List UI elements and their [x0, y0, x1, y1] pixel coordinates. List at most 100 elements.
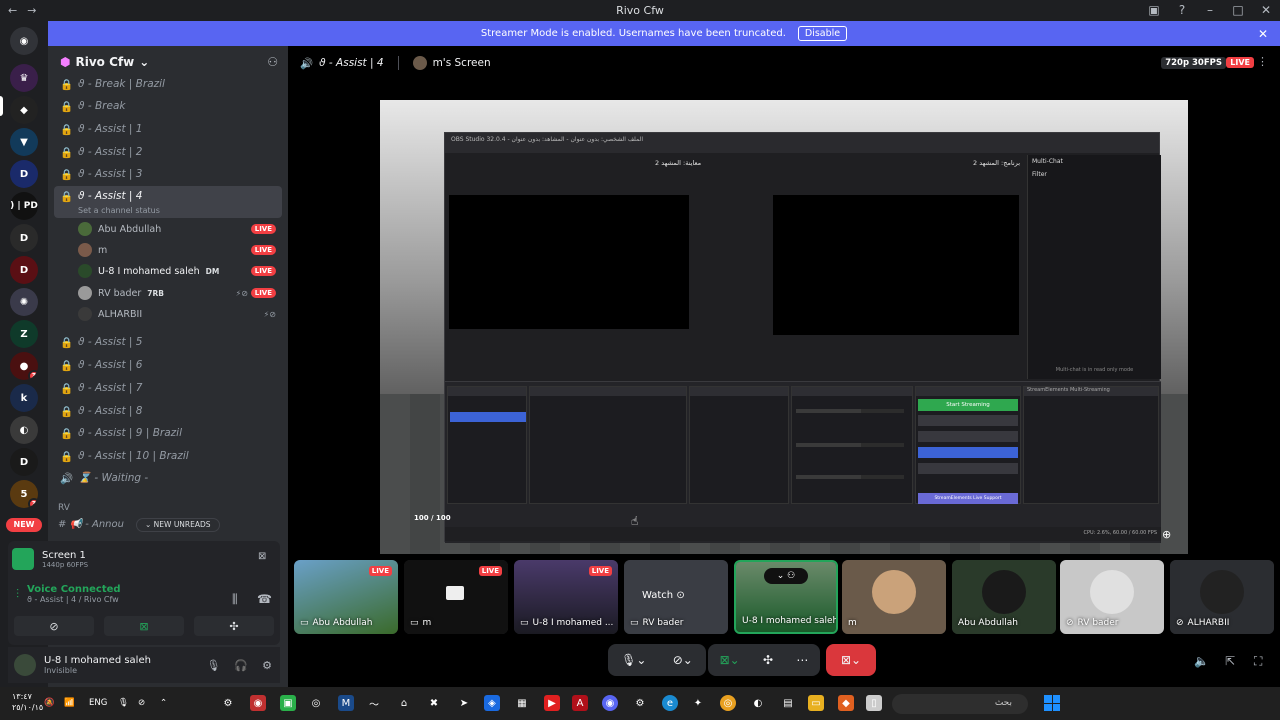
taskbar-search[interactable]: بحث: [892, 694, 1028, 714]
app-icon[interactable]: ⌂: [396, 695, 412, 711]
voice-channel[interactable]: 🔒 ϑ - Assist | 3: [54, 163, 282, 184]
server-icon-pd[interactable]: ) | PD: [10, 192, 38, 220]
app-icon[interactable]: ✖: [426, 695, 442, 711]
server-icon[interactable]: ● 3: [10, 352, 38, 380]
notifications-icon[interactable]: 🔕: [44, 698, 55, 708]
participant-tile-selected[interactable]: ⌄ ⚇ U-8 I mohamed saleh: [734, 560, 838, 634]
channel-status[interactable]: Set a channel status: [78, 206, 160, 215]
voice-channel[interactable]: 🔒 ϑ - Assist | 9 | Brazil: [54, 422, 282, 443]
voice-channel[interactable]: 🔊 ⌛ - Waiting -: [54, 467, 282, 488]
camera-off-button[interactable]: ⊘: [14, 616, 94, 636]
app-icon[interactable]: A: [572, 695, 588, 711]
back-arrow-icon[interactable]: ←: [8, 4, 17, 17]
activity-icon[interactable]: ✣: [763, 653, 773, 667]
popout-icon[interactable]: ⇱: [1225, 654, 1235, 668]
voice-channel[interactable]: 🔒 ϑ - Assist | 5: [54, 331, 282, 352]
invite-people-icon[interactable]: ⚇: [267, 55, 278, 69]
start-streaming-button[interactable]: Start Streaming: [918, 399, 1018, 411]
app-icon[interactable]: 〜: [366, 695, 382, 711]
maximize-button[interactable]: □: [1224, 0, 1252, 21]
windows-start-icon[interactable]: [1044, 695, 1060, 711]
app-icon[interactable]: ◆: [838, 695, 854, 711]
voice-user[interactable]: ALHARBII ⚡⊘: [78, 304, 282, 324]
chat-filter[interactable]: Filter: [1028, 168, 1161, 181]
participant-tile[interactable]: ⊘ ALHARBII: [1170, 560, 1274, 634]
close-icon[interactable]: ✕: [1258, 27, 1268, 41]
activity-button[interactable]: ✣: [194, 616, 274, 636]
voice-channel[interactable]: 🔒 ϑ - Assist | 6: [54, 354, 282, 375]
voice-channel[interactable]: 🔒 ϑ - Assist | 2: [54, 141, 282, 162]
voice-status[interactable]: Voice Connected: [27, 584, 121, 595]
voice-channel[interactable]: 🔒 ϑ - Assist | 8: [54, 400, 282, 421]
inbox-icon[interactable]: ▣: [1140, 0, 1168, 21]
disable-button[interactable]: Disable: [797, 26, 848, 41]
store-icon[interactable]: ▤: [780, 695, 796, 711]
language-indicator[interactable]: ENG: [89, 698, 107, 708]
app-icon[interactable]: M: [338, 695, 354, 711]
app-icon[interactable]: ◎: [308, 695, 324, 711]
participant-tile[interactable]: m: [842, 560, 946, 634]
app-icon[interactable]: ▦: [514, 695, 530, 711]
chevron-up-icon[interactable]: ⌃: [160, 698, 167, 708]
server-icon[interactable]: ◐: [10, 416, 38, 444]
voice-user[interactable]: RV bader 7RB ⚡⊘ LIVE: [78, 283, 282, 303]
voice-channel[interactable]: 🔒 ϑ - Assist | 10 | Brazil: [54, 445, 282, 466]
edge-icon[interactable]: e: [662, 695, 678, 711]
avatar[interactable]: [14, 654, 36, 676]
obs-window[interactable]: OBS Studio 32.0.4 - الملف الشخصي: بدون ع…: [444, 132, 1161, 543]
more-icon[interactable]: ⋯: [796, 653, 808, 667]
discord-taskbar-icon[interactable]: ◉: [602, 695, 618, 711]
camera-off-icon[interactable]: ⊘⌄: [673, 653, 693, 667]
shared-screen[interactable]: OBS Studio 32.0.4 - الملف الشخصي: بدون ع…: [380, 100, 1188, 554]
se-support-button[interactable]: StreamElements Live Support: [918, 493, 1018, 504]
server-icon[interactable]: D: [10, 256, 38, 284]
voice-channel[interactable]: 🔒 ϑ - Break: [54, 95, 282, 116]
server-icon[interactable]: ✺: [10, 288, 38, 316]
selected-scene[interactable]: [450, 412, 526, 422]
tile-options[interactable]: ⌄ ⚇: [764, 568, 808, 584]
leave-call-button[interactable]: ⊠⌄: [826, 644, 876, 676]
app-icon[interactable]: ▯: [866, 695, 882, 711]
voice-channel[interactable]: 🔒 ϑ - Assist | 7: [54, 377, 282, 398]
zoom-icon[interactable]: ⊕: [1162, 528, 1171, 541]
clock[interactable]: ١٣:٤٧ ٢٥/١٠/١٥: [12, 691, 43, 713]
forward-arrow-icon[interactable]: →: [27, 4, 36, 17]
server-icon[interactable]: D: [10, 448, 38, 476]
voice-user[interactable]: Abu Abdullah LIVE: [78, 219, 282, 239]
volume-icon[interactable]: 🔈: [1194, 654, 1209, 668]
participant-tile[interactable]: Abu Abdullah: [952, 560, 1056, 634]
wifi-icon[interactable]: 📶: [64, 698, 75, 708]
mic-icon[interactable]: 🎙: [206, 659, 220, 672]
new-unreads-button[interactable]: ⌄ NEW UNREADS: [136, 518, 220, 532]
server-icon[interactable]: D: [10, 160, 38, 188]
category-header[interactable]: RV: [58, 503, 70, 513]
app-icon[interactable]: ◉: [250, 695, 266, 711]
file-explorer-icon[interactable]: ▭: [808, 695, 824, 711]
voice-channel-name[interactable]: ϑ - Assist | 4 / Rivo Cfw: [27, 595, 121, 604]
more-icon[interactable]: ⋮: [1257, 55, 1268, 68]
user-name[interactable]: U-8 I mohamed saleh: [44, 655, 151, 666]
watch-button[interactable]: Watch ⊙: [642, 590, 685, 601]
close-window-button[interactable]: ✕: [1252, 0, 1280, 21]
participant-tile[interactable]: LIVE ▭ m: [404, 560, 508, 634]
minimize-button[interactable]: –: [1196, 0, 1224, 21]
new-unreads-rail-pill[interactable]: NEW: [6, 518, 42, 532]
app-icon[interactable]: ◈: [484, 695, 500, 711]
voice-user[interactable]: m LIVE: [78, 240, 282, 260]
app-icon[interactable]: ✦: [690, 695, 706, 711]
stop-share-icon[interactable]: ⊠: [258, 551, 266, 562]
fullscreen-icon[interactable]: ⛶: [1254, 654, 1262, 669]
server-icon[interactable]: 53: [10, 480, 38, 508]
help-icon[interactable]: ?: [1168, 0, 1196, 21]
participant-tile[interactable]: ⊘ RV bader: [1060, 560, 1164, 634]
disconnect-icon[interactable]: ☎: [257, 592, 272, 606]
participant-tile[interactable]: LIVE ▭ U-8 I mohamed ...: [514, 560, 618, 634]
server-icon[interactable]: ◆: [10, 96, 38, 124]
youtube-icon[interactable]: ▶: [544, 695, 560, 711]
headphones-icon[interactable]: 🎧: [234, 659, 248, 672]
steam-icon[interactable]: ⚙: [632, 695, 648, 711]
voice-channel[interactable]: 🔒 ϑ - Assist | 1: [54, 118, 282, 139]
server-icon[interactable]: Z: [10, 320, 38, 348]
participant-tile[interactable]: Watch ⊙ ▭ RV bader: [624, 560, 728, 634]
announcement-channel[interactable]: # 📢 - Annou: [58, 519, 124, 530]
